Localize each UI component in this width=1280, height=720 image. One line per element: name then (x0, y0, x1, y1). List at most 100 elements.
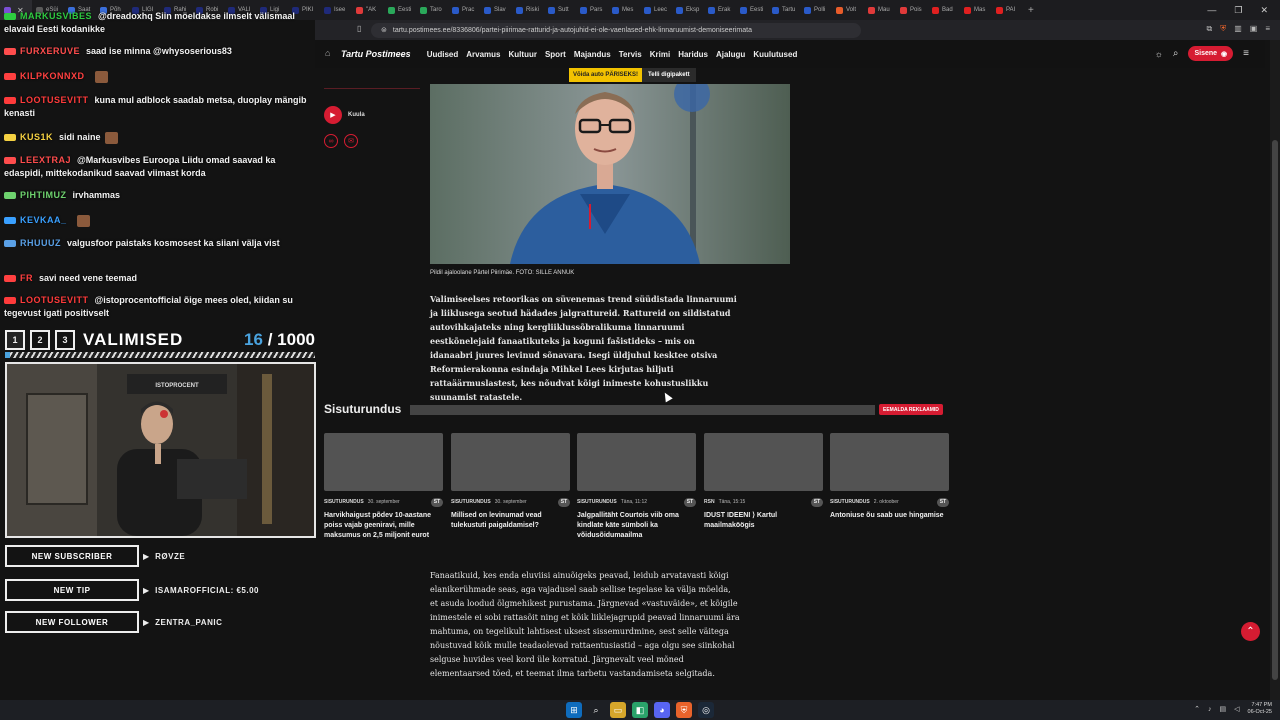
nav-item[interactable]: Krimi (650, 50, 670, 59)
card-title[interactable]: Harvikhaigust põdev 10-aastane poiss vaj… (324, 511, 443, 541)
article-tools: ▶ Kuula ∞ ✉ (324, 88, 420, 148)
browser-tab[interactable]: Eesti (736, 0, 768, 20)
browser-tab[interactable]: PAI (992, 0, 1024, 20)
browser-tab[interactable]: Volt (832, 0, 864, 20)
file-explorer-icon[interactable]: ▭ (610, 702, 626, 718)
page-scrollbar[interactable] (1270, 40, 1280, 700)
minimize-icon[interactable]: — (1207, 5, 1216, 15)
maximize-icon[interactable]: ❐ (1234, 5, 1242, 16)
copy-link-icon[interactable]: ∞ (324, 134, 338, 148)
wallet-icon[interactable]: ▣ (1250, 24, 1258, 34)
tab-label: Pois (910, 7, 922, 13)
browser-tab[interactable]: Slav (480, 0, 512, 20)
nav-item[interactable]: Majandus (574, 50, 611, 59)
login-button[interactable]: Sisene ◉ (1188, 46, 1234, 61)
extensions-icon[interactable]: ⧉ (1206, 24, 1212, 34)
system-clock[interactable]: 7:47 PM 06-Oct-25 (1248, 702, 1272, 716)
browser-tab[interactable]: Riski (512, 0, 544, 20)
volume-icon[interactable]: ◁ (1234, 705, 1239, 713)
card-image[interactable] (324, 433, 443, 491)
browser-tab[interactable]: Eesti (384, 0, 416, 20)
sponsored-card[interactable]: RSN Täna, 15:15 ST IDUST IDEENI ⟩ Kartul ma… (704, 433, 823, 531)
sponsored-card[interactable]: SISUTURUNDUS 30. september ST Harvikhaigust… (324, 433, 443, 541)
browser-tab[interactable]: Taro (416, 0, 448, 20)
theme-toggle-icon[interactable]: ☼ (1155, 49, 1163, 59)
promo-subscribe[interactable]: Telli digipakett (642, 68, 696, 82)
discord-icon[interactable]: ◕ (654, 702, 670, 718)
site-logo[interactable]: Tartu Postimees (341, 49, 411, 59)
nav-item[interactable]: Haridus (678, 50, 708, 59)
tab-favicon-icon (868, 6, 875, 14)
sponsored-card[interactable]: SISUTURUNDUS 2. oktoober ST Antoniuse õu sa… (830, 433, 949, 521)
emote-icon (104, 131, 118, 144)
tray-expand-icon[interactable]: ⌃ (1194, 705, 1200, 713)
browser-tab[interactable]: Prac (448, 0, 480, 20)
remove-ads-button[interactable]: EEMALDA REKLAAMID (879, 404, 943, 415)
card-title[interactable]: Millised on levinumad vead tulekustuti p… (451, 511, 570, 531)
nav-item[interactable]: Tervis (619, 50, 642, 59)
card-title[interactable]: Jalgpallitäht Courtois viib oma kindlate… (577, 511, 696, 541)
scroll-to-top-button[interactable]: ⌃ (1241, 622, 1260, 641)
card-title[interactable]: IDUST IDEENI ⟩ Kartul maailmaköögis (704, 511, 823, 531)
tab-favicon-icon (964, 6, 971, 14)
microphone-icon[interactable]: ♪ (1208, 706, 1212, 713)
bookmark-icon[interactable]: ▯ (357, 24, 361, 33)
sponsored-card[interactable]: SISUTURUNDUS Täna, 11:12 ST Jalgpallitäht C… (577, 433, 696, 541)
url-field[interactable]: ⊜ tartu.postimees.ee/8336806/partei-piir… (371, 22, 861, 38)
shield-icon[interactable]: ⛨ (1220, 24, 1226, 34)
scrollbar-thumb[interactable] (1272, 140, 1278, 680)
listen-button[interactable]: ▶ Kuula (324, 106, 365, 124)
browser-tab[interactable]: Pars (576, 0, 608, 20)
browser-tab[interactable]: Sutt (544, 0, 576, 20)
new-tab-button[interactable]: + (1024, 0, 1056, 20)
hamburger-menu-icon[interactable]: ≡ (1243, 48, 1249, 59)
close-window-icon[interactable]: ✕ (1260, 5, 1268, 16)
browser-tab[interactable]: "AK (352, 0, 384, 20)
site-info-icon[interactable]: ⊜ (381, 26, 387, 34)
browser-tab[interactable]: Tartu (768, 0, 800, 20)
tab-label: Eesti (398, 7, 412, 13)
nav-item[interactable]: Uudised (427, 50, 459, 59)
card-image[interactable] (577, 433, 696, 491)
tab-favicon-icon (612, 6, 619, 14)
app-icon[interactable]: ◧ (632, 702, 648, 718)
nav-item[interactable]: Arvamus (466, 50, 500, 59)
nav-item[interactable]: Kultuur (509, 50, 537, 59)
browser-tab[interactable]: Pois (896, 0, 928, 20)
chat-badge-icon (4, 97, 16, 105)
card-image[interactable] (704, 433, 823, 491)
browser-tab[interactable]: Polli (800, 0, 832, 20)
menu-icon[interactable]: ≡ (1265, 24, 1270, 34)
promo-contest[interactable]: Võida auto PÄRISEKS! (569, 68, 643, 82)
alert-value: ZENTRA_PANIC (155, 617, 223, 627)
browser-tab[interactable]: Mau (864, 0, 896, 20)
browser-tab[interactable]: Mes (608, 0, 640, 20)
browser-tab[interactable]: Erak (704, 0, 736, 20)
search-icon[interactable]: ⌕ (1173, 48, 1179, 59)
chat-username: FR (20, 273, 33, 283)
browser-tab[interactable]: Leec (640, 0, 672, 20)
sponsored-card[interactable]: SISUTURUNDUS 30. september ST Millised on l… (451, 433, 570, 531)
card-title[interactable]: Antoniuse õu saab uue hingamise (830, 511, 949, 521)
home-icon[interactable]: ⌂ (325, 48, 330, 58)
network-icon[interactable]: ▤ (1220, 705, 1227, 713)
chat-text: valgusfoor paistaks kosmosest ka siiani … (67, 238, 280, 248)
nav-item[interactable]: Sport (545, 50, 566, 59)
browser-tab[interactable]: Isee (320, 0, 352, 20)
browser-tab[interactable]: Mas (960, 0, 992, 20)
alert-tip: NEW TIP ▶ ISAMAROFFICIAL: €5.00 (5, 579, 315, 601)
tab-favicon-icon (996, 6, 1003, 14)
brave-browser-icon[interactable]: ⛨ (676, 702, 692, 718)
sidebar-icon[interactable]: ▥ (1234, 24, 1242, 34)
nav-item[interactable]: Ajalugu (716, 50, 745, 59)
email-icon[interactable]: ✉ (344, 134, 358, 148)
steam-icon[interactable]: ◎ (698, 702, 714, 718)
card-image[interactable] (830, 433, 949, 491)
promo-banner[interactable]: Võida auto PÄRISEKS! Telli digipakett (569, 68, 696, 82)
start-icon[interactable]: ⊞ (566, 702, 582, 718)
nav-item[interactable]: Kuulutused (753, 50, 797, 59)
browser-tab[interactable]: Eksp (672, 0, 704, 20)
search-icon[interactable]: ⌕ (588, 702, 604, 718)
card-image[interactable] (451, 433, 570, 491)
browser-tab[interactable]: Bad (928, 0, 960, 20)
